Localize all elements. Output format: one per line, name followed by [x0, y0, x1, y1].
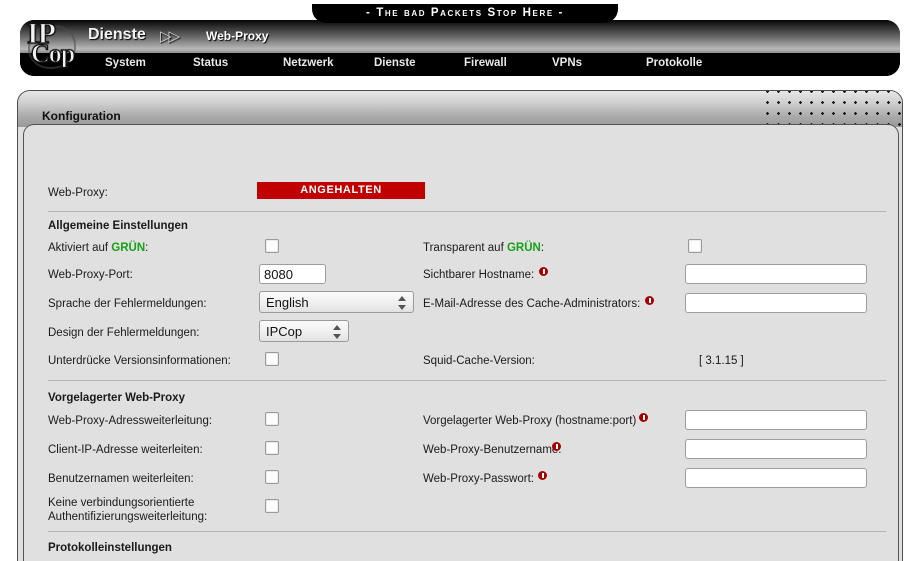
info-icon-upstream-username[interactable] — [552, 442, 561, 451]
web-proxy-status-label: Web-Proxy: — [48, 187, 108, 199]
spinner-arrows-icon-language — [398, 295, 407, 311]
no-conn-auth-forward-label-line2: Authentifizierungsweiterleitung: — [48, 511, 208, 523]
username-forward-checkbox[interactable] — [265, 470, 279, 484]
section-title-general: Allgemeine Einstellungen — [48, 220, 188, 232]
no-conn-auth-forward-label-line1: Keine verbindungsorientierte — [48, 497, 195, 509]
upstream-proxy-label: Vorgelagerter Web-Proxy (hostname:port) — [423, 415, 637, 427]
transparent-green-label: Transparent auf GRÜN: — [423, 242, 544, 254]
proxy-port-label: Web-Proxy-Port: — [48, 269, 133, 281]
enabled-green-checkbox[interactable] — [265, 239, 279, 253]
squid-version-label: Squid-Cache-Version: — [423, 355, 535, 367]
squid-version-value: [ 3.1.15 ] — [699, 355, 744, 367]
breadcrumb-arrow-icon: ▷▷ — [160, 28, 180, 45]
username-forward-label: Benutzernamen weiterleiten: — [48, 473, 194, 485]
info-icon-visible-hostname[interactable] — [539, 267, 548, 276]
info-icon-cache-admin-email[interactable] — [645, 296, 654, 305]
breadcrumb-page: Web-Proxy — [206, 29, 269, 43]
client-ip-forward-label: Client-IP-Adresse weiterleiten: — [48, 444, 203, 456]
transparent-green-label-post: : — [540, 242, 545, 254]
error-language-label: Sprache der Fehlermeldungen: — [48, 298, 207, 310]
enabled-green-label-post: : — [145, 242, 149, 254]
cache-admin-email-input[interactable] — [685, 293, 867, 313]
app-header: IP Cop Dienste ▷▷ Web-Proxy System Statu… — [20, 20, 900, 76]
transparent-green-checkbox[interactable] — [688, 239, 702, 253]
breadcrumb-section: Dienste — [88, 26, 146, 43]
header-gradient-bar — [20, 20, 900, 53]
upstream-password-input[interactable] — [685, 468, 867, 488]
enabled-green-label: Aktiviert auf GRÜN: — [48, 242, 148, 254]
transparent-green-label-pre: Transparent auf — [423, 242, 507, 254]
section-title-upstream: Vorgelagerter Web-Proxy — [48, 392, 185, 404]
suppress-version-label: Unterdrücke Versionsinformationen: — [48, 355, 231, 367]
nav-item-system[interactable]: System — [105, 57, 146, 69]
nav-item-firewall[interactable]: Firewall — [464, 57, 507, 69]
content-shell: Konfiguration Web-Proxy: ANGEHALTEN Allg… — [17, 90, 903, 561]
proxy-port-input[interactable] — [259, 264, 326, 284]
status-badge: ANGEHALTEN — [257, 182, 425, 199]
upstream-proxy-input[interactable] — [685, 410, 867, 430]
nav-item-vpns[interactable]: VPNs — [552, 57, 582, 69]
client-ip-forward-checkbox[interactable] — [265, 441, 279, 455]
no-conn-auth-forward-checkbox[interactable] — [265, 499, 279, 513]
upstream-password-label: Web-Proxy-Passwort: — [423, 473, 534, 485]
spinner-arrows-icon-design — [333, 324, 342, 340]
info-icon-upstream-password[interactable] — [538, 471, 547, 480]
enabled-green-label-accent: GRÜN — [111, 242, 146, 254]
error-language-value: English — [266, 295, 309, 310]
dot-pattern-decoration — [759, 91, 902, 126]
config-panel: Web-Proxy: ANGEHALTEN Allgemeine Einstel… — [23, 124, 899, 561]
main-nav: System Status Netzwerk Dienste Firewall … — [20, 53, 900, 76]
nav-item-dienste[interactable]: Dienste — [374, 57, 416, 69]
nav-item-protokolle[interactable]: Protokolle — [646, 57, 702, 69]
nav-item-status[interactable]: Status — [193, 57, 228, 69]
error-language-select[interactable]: English — [259, 291, 414, 313]
suppress-version-checkbox[interactable] — [265, 352, 279, 366]
divider-general — [48, 380, 886, 381]
page-root: - The bad Packets Stop Here - IP Cop Die… — [0, 0, 920, 561]
visible-hostname-label: Sichtbarer Hostname: — [423, 269, 535, 281]
slogan-banner: - The bad Packets Stop Here - — [312, 4, 618, 23]
cache-admin-email-label: E-Mail-Adresse des Cache-Administrators: — [423, 298, 641, 310]
address-forward-label: Web-Proxy-Adressweiterleitung: — [48, 415, 213, 427]
address-forward-checkbox[interactable] — [265, 412, 279, 426]
info-icon-upstream-proxy[interactable] — [639, 413, 648, 422]
transparent-green-label-accent: GRÜN — [506, 242, 541, 254]
error-design-select[interactable]: IPCop — [259, 320, 349, 342]
section-title-logging: Protokolleinstellungen — [48, 542, 172, 554]
nav-item-netzwerk[interactable]: Netzwerk — [283, 57, 334, 69]
panel-title: Konfiguration — [42, 109, 121, 123]
error-design-label: Design der Fehlermeldungen: — [48, 327, 200, 339]
divider-status — [48, 211, 886, 212]
enabled-green-label-pre: Aktiviert auf — [48, 242, 112, 254]
upstream-username-label: Web-Proxy-Benutzername: — [423, 444, 562, 456]
upstream-username-input[interactable] — [685, 439, 867, 459]
divider-upstream — [48, 531, 886, 532]
visible-hostname-input[interactable] — [685, 264, 867, 284]
error-design-value: IPCop — [266, 324, 303, 339]
